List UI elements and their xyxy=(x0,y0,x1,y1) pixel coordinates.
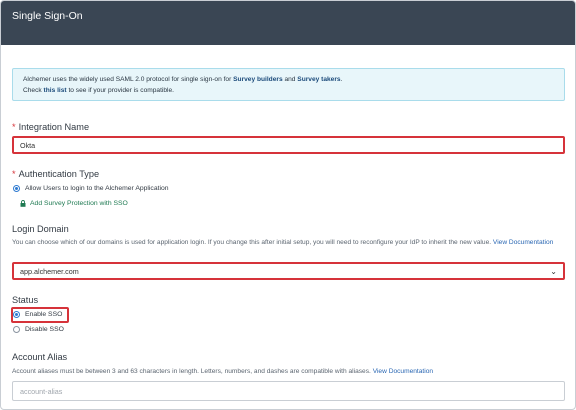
radio-checked-icon[interactable] xyxy=(13,185,20,192)
status-option-enable[interactable]: Enable SSO xyxy=(13,311,62,318)
survey-builders-link[interactable]: Survey builders xyxy=(233,76,282,83)
label-text: Authentication Type xyxy=(18,169,100,179)
radio-checked-icon[interactable] xyxy=(13,311,20,318)
login-domain-help: You can choose which of our domains is u… xyxy=(12,238,567,248)
info-line-1: Alchemer uses the widely used SAML 2.0 p… xyxy=(23,74,564,85)
link-text: Add Survey Protection with SSO xyxy=(30,200,128,207)
help-text: Account aliases must be between 3 and 63… xyxy=(12,368,371,375)
account-alias-help: Account aliases must be between 3 and 63… xyxy=(12,367,567,377)
input-value: Okta xyxy=(20,140,36,150)
view-documentation-link[interactable]: View Documentation xyxy=(373,368,433,375)
status-option-disable[interactable]: Disable SSO xyxy=(13,326,64,333)
info-text: and xyxy=(282,76,298,83)
radio-label: Disable SSO xyxy=(25,326,64,333)
radio-unchecked-icon[interactable] xyxy=(13,326,20,333)
status-label: Status xyxy=(12,295,39,305)
authentication-type-label: * Authentication Type xyxy=(12,169,99,179)
account-alias-label: Account Alias xyxy=(12,352,68,362)
input-placeholder: account-alias xyxy=(20,386,63,396)
required-marker: * xyxy=(12,122,16,132)
required-marker: * xyxy=(12,169,16,179)
add-survey-protection-link[interactable]: Add Survey Protection with SSO xyxy=(20,200,128,207)
label-text: Integration Name xyxy=(18,122,90,132)
panel-title: Single Sign-On xyxy=(12,10,83,22)
info-text: . xyxy=(340,76,343,83)
chevron-down-icon: ⌄ xyxy=(550,266,557,276)
info-text: to see if your provider is compatible. xyxy=(66,87,175,94)
info-banner: Alchemer uses the widely used SAML 2.0 p… xyxy=(12,68,565,101)
info-line-2: Check this list to see if your provider … xyxy=(23,85,564,96)
info-text: Alchemer uses the widely used SAML 2.0 p… xyxy=(23,76,234,83)
auth-option-allow-users[interactable]: Allow Users to login to the Alchemer App… xyxy=(13,185,169,192)
this-list-link[interactable]: this list xyxy=(44,87,67,94)
radio-label: Allow Users to login to the Alchemer App… xyxy=(25,185,169,192)
radio-label: Enable SSO xyxy=(25,311,63,318)
login-domain-select[interactable]: app.alchemer.com ⌄ xyxy=(12,262,565,280)
integration-name-input[interactable]: Okta xyxy=(12,136,565,154)
info-text: Check xyxy=(23,87,44,94)
panel-header: Single Sign-On xyxy=(1,1,575,45)
survey-takers-link[interactable]: Survey takers xyxy=(297,76,340,83)
integration-name-label: * Integration Name xyxy=(12,122,89,132)
view-documentation-link[interactable]: View Documentation xyxy=(493,239,553,246)
help-text: You can choose which of our domains is u… xyxy=(12,239,492,246)
sso-settings-panel: Single Sign-On Alchemer uses the widely … xyxy=(0,0,576,410)
select-value: app.alchemer.com xyxy=(20,266,79,276)
login-domain-label: Login Domain xyxy=(12,224,69,234)
account-alias-input[interactable]: account-alias xyxy=(12,381,565,401)
lock-icon xyxy=(20,200,26,207)
